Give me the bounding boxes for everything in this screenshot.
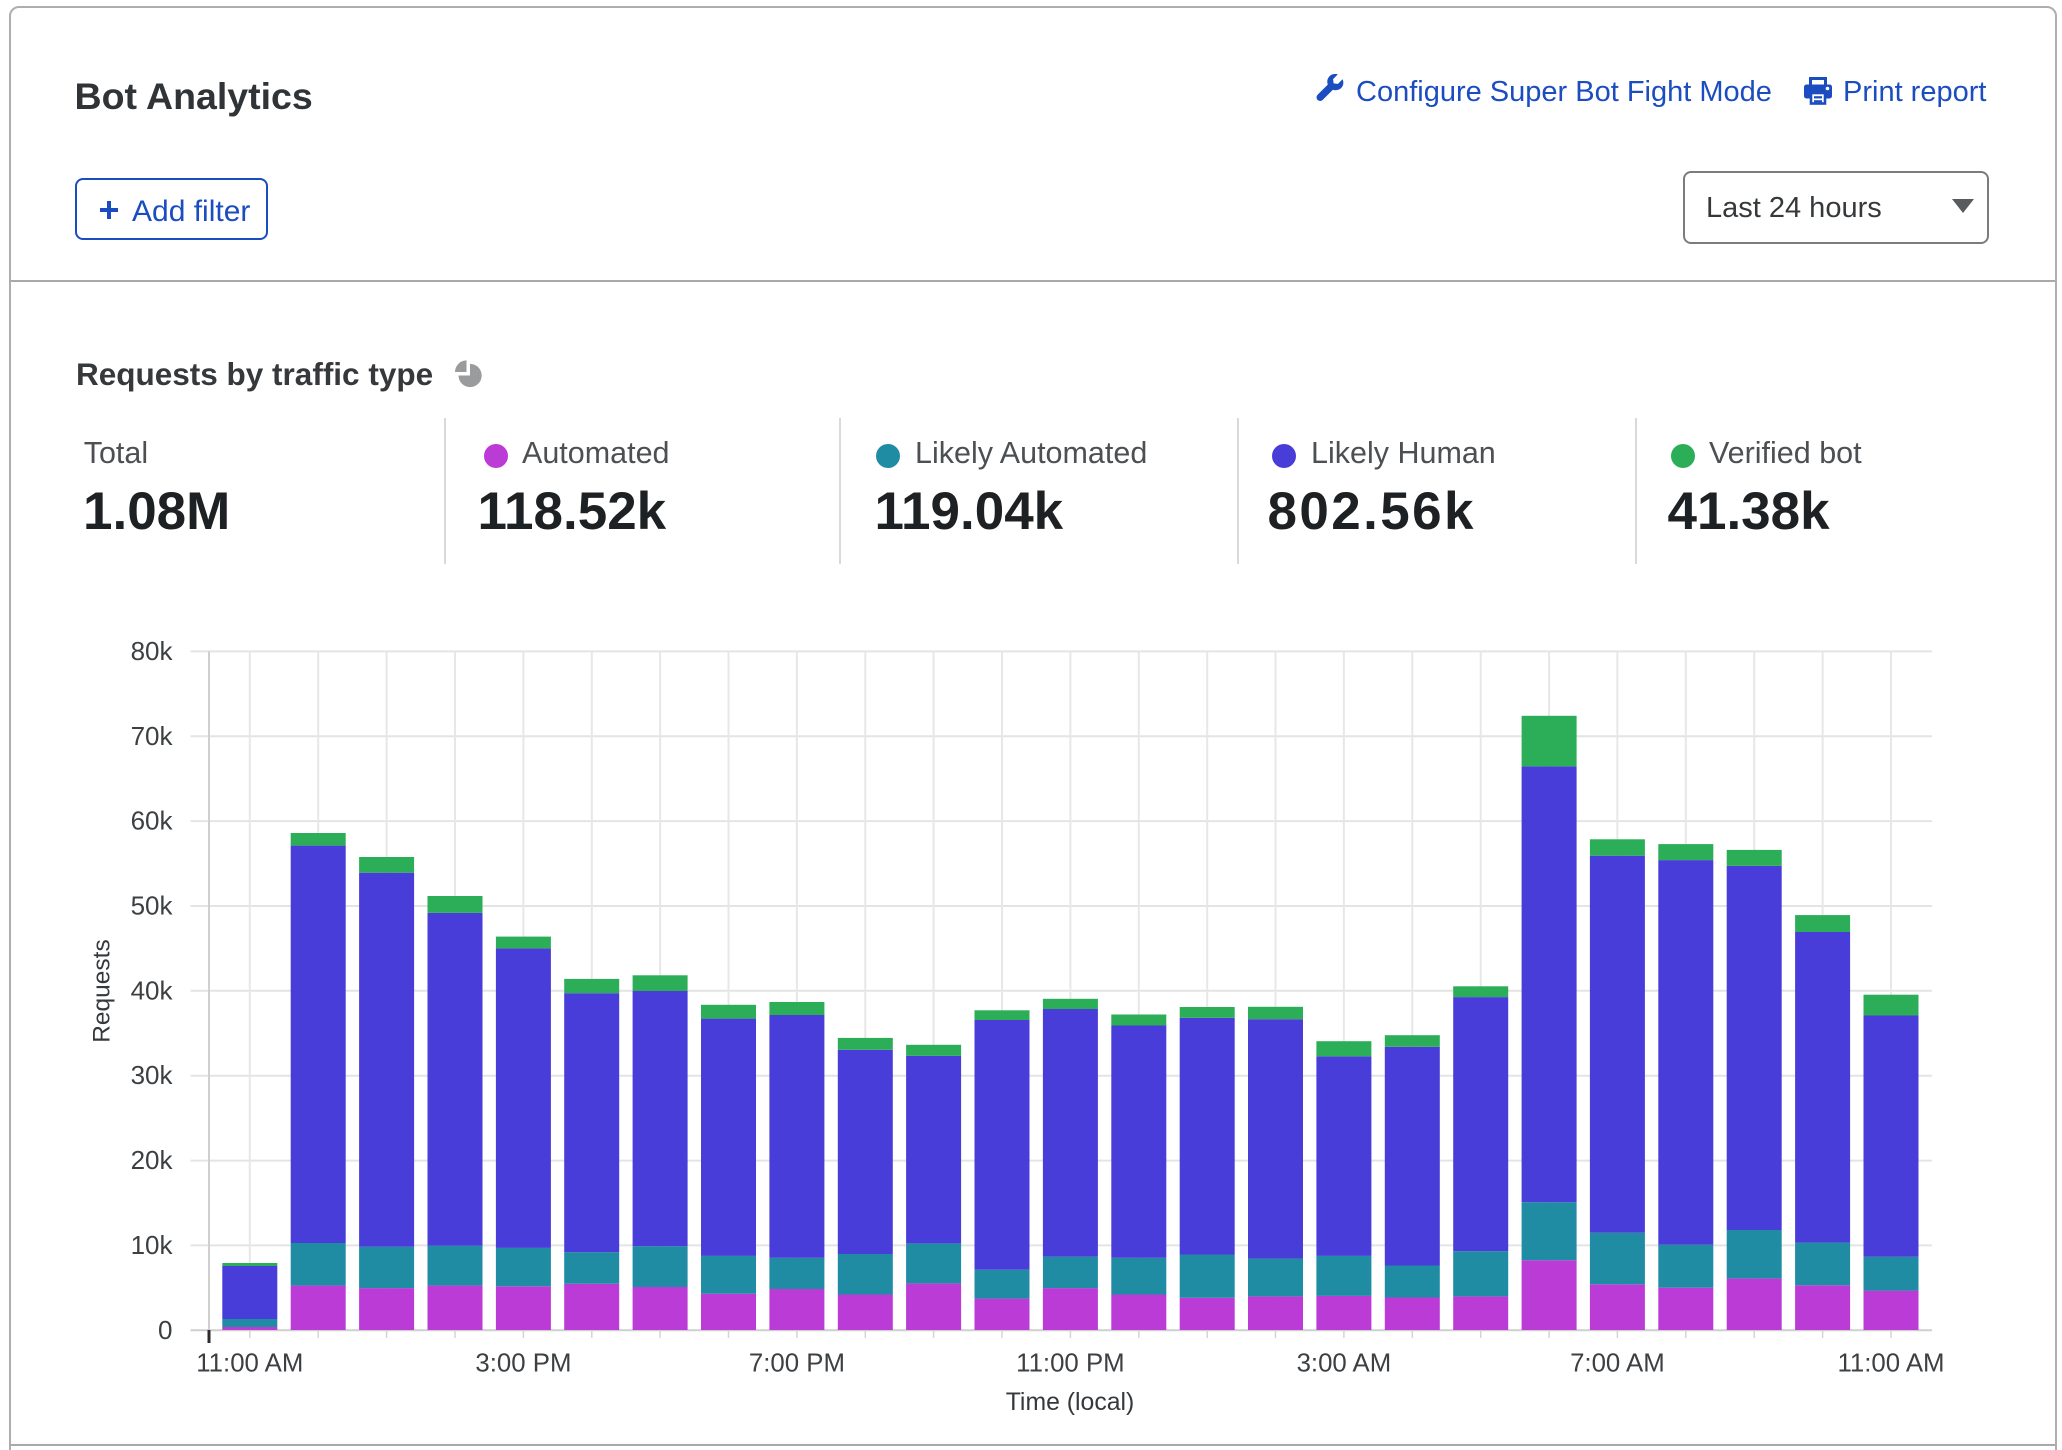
svg-text:0: 0 — [158, 1315, 172, 1345]
svg-text:70k: 70k — [131, 721, 174, 751]
svg-text:11:00 AM: 11:00 AM — [1837, 1350, 1944, 1378]
svg-text:30k: 30k — [131, 1060, 174, 1090]
svg-text:7:00 AM: 7:00 AM — [1570, 1350, 1665, 1378]
svg-text:Time (local): Time (local) — [1006, 1389, 1135, 1416]
svg-text:10k: 10k — [131, 1230, 174, 1260]
svg-text:50k: 50k — [131, 891, 174, 921]
svg-text:Requests: Requests — [89, 939, 116, 1043]
svg-text:20k: 20k — [131, 1145, 174, 1175]
svg-text:11:00 AM: 11:00 AM — [196, 1350, 303, 1378]
svg-text:11:00 PM: 11:00 PM — [1016, 1350, 1125, 1378]
svg-text:60k: 60k — [131, 806, 174, 836]
svg-text:80k: 80k — [131, 636, 174, 666]
svg-text:7:00 PM: 7:00 PM — [749, 1350, 845, 1378]
svg-text:3:00 PM: 3:00 PM — [475, 1350, 571, 1378]
svg-text:3:00 AM: 3:00 AM — [1297, 1350, 1392, 1378]
svg-text:40k: 40k — [131, 975, 174, 1005]
